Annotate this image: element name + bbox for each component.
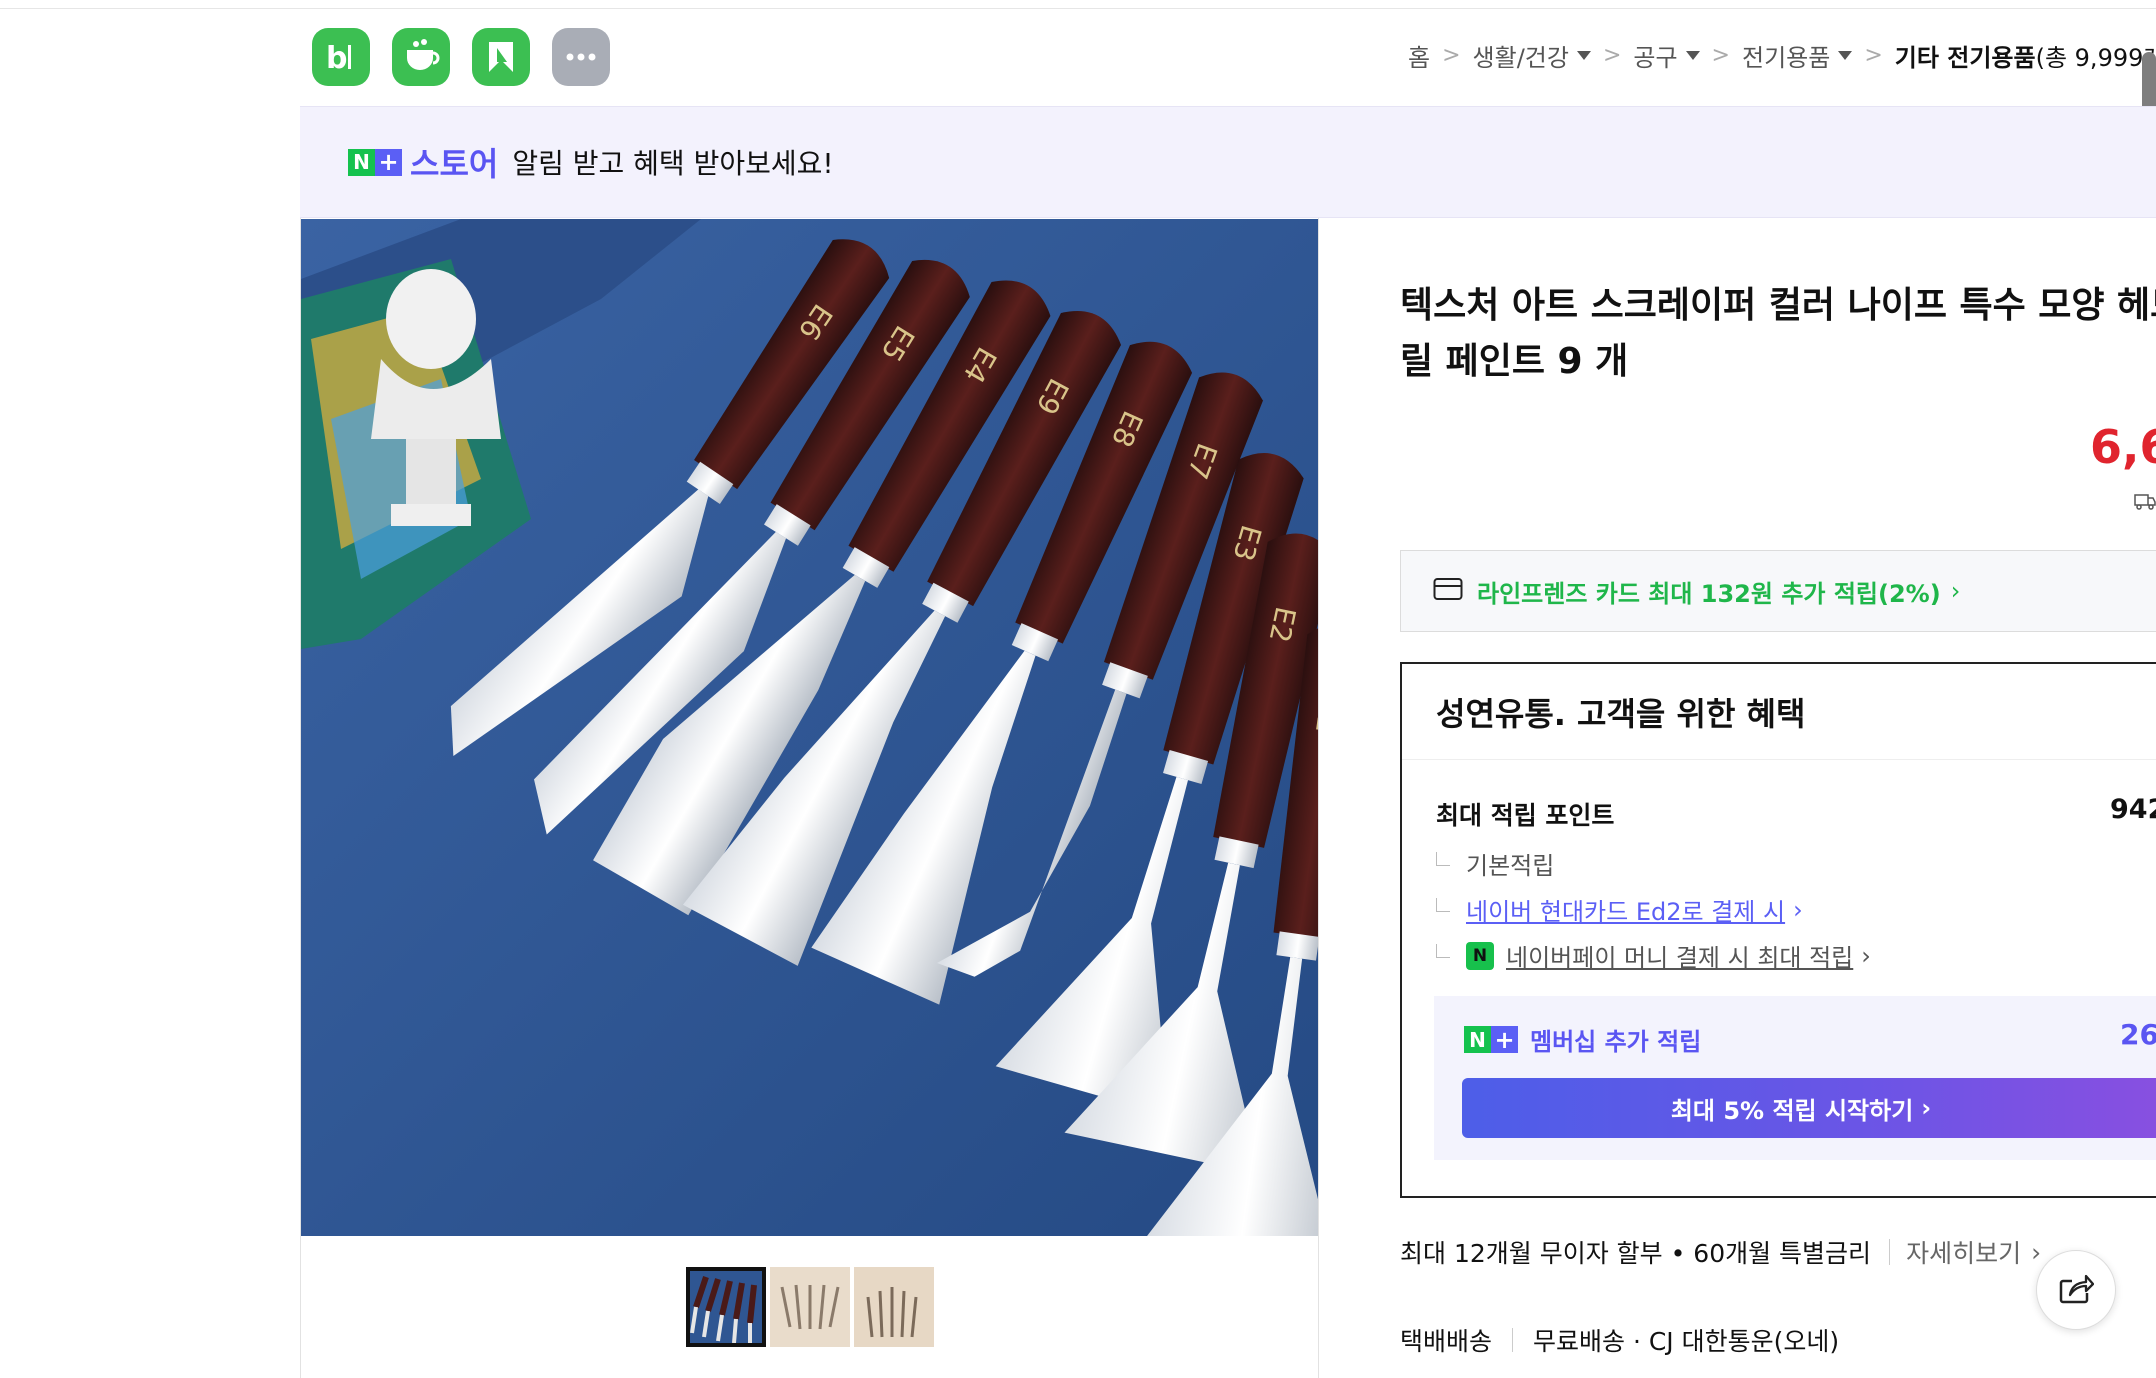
thumbnail-1[interactable] xyxy=(686,1267,766,1347)
chevron-right-icon: › xyxy=(1793,895,1803,924)
basic-point-label: 기본적립 xyxy=(1466,852,1555,880)
thumbnail-strip xyxy=(686,1267,934,1347)
breadcrumb-label: 공구 xyxy=(1633,44,1678,72)
npay-icon: N xyxy=(1466,941,1494,970)
hyundai-card-link[interactable]: 네이버 현대카드 Ed2로 결제 시 › xyxy=(1436,892,1803,927)
breadcrumb-label: 전기용품 xyxy=(1741,44,1831,72)
top-divider xyxy=(0,8,2156,9)
membership-start-button[interactable]: 최대 5% 적립 시작하기 › xyxy=(1462,1078,2156,1138)
product-price: 6,6 xyxy=(2090,420,2156,474)
credit-card-icon xyxy=(1433,577,1463,605)
membership-box: N + 멤버십 추가 적립 26 최대 5% 적립 시작하기 › xyxy=(1434,996,2156,1160)
chevron-right-icon: › xyxy=(1921,1094,1932,1122)
breadcrumb-count: (총 9,999개) xyxy=(2035,44,2156,72)
card-promo-banner[interactable]: 라인프렌즈 카드 최대 132원 추가 적립(2%) › xyxy=(1400,550,2156,632)
product-main-image[interactable]: E6 E5 E4 E9 E8 E7 E3 E2 E1 xyxy=(301,219,1318,1236)
shipping-row: 택배배송 무료배송 · CJ 대한통운(오네) xyxy=(1400,1322,1839,1358)
store-alert-banner[interactable]: N + 스토어 알림 받고 혜택 받아보세요! xyxy=(300,106,2156,218)
installment-text: 최대 12개월 무이자 할부 • 60개월 특별금리 xyxy=(1400,1239,1872,1268)
membership-label: 멤버십 추가 적립 xyxy=(1530,1028,1702,1056)
card-promo-text: 라인프렌즈 카드 최대 132원 추가 적립(2%) xyxy=(1477,579,1941,608)
more-apps-icon[interactable] xyxy=(552,28,610,86)
delivery-truck-icon xyxy=(2134,492,2156,516)
chevron-right-icon: › xyxy=(1861,941,1871,970)
place-app-icon[interactable] xyxy=(472,28,530,86)
breadcrumb-current[interactable]: 기타 전기용품(총 9,999개) xyxy=(1895,38,2156,73)
caret-down-icon xyxy=(1685,51,1700,60)
chevron-right-icon: › xyxy=(2031,1237,2042,1267)
breadcrumb-home[interactable]: 홈 xyxy=(1408,38,1430,73)
breadcrumb-separator: > xyxy=(1711,43,1730,68)
breadcrumb-separator: > xyxy=(1864,43,1883,68)
breadcrumb-separator: > xyxy=(1602,43,1622,68)
svg-text:b: b xyxy=(326,41,347,76)
breadcrumb: 홈 > 생활/건강 > 공구 > 전기용품 > 기타 전기용품(총 9,999개… xyxy=(1408,38,2156,73)
breadcrumb-current-label: 기타 전기용품 xyxy=(1894,44,2036,72)
hyundai-card-label: 네이버 현대카드 Ed2로 결제 시 xyxy=(1466,898,1786,926)
chevron-right-icon: › xyxy=(1950,577,1961,605)
caret-down-icon xyxy=(1838,51,1853,60)
membership-value: 26 xyxy=(2120,1018,2156,1051)
npay-money-label: 네이버페이 머니 결제 시 최대 적립 xyxy=(1506,944,1854,972)
max-point-value: 942 xyxy=(2110,794,2156,825)
basic-point-row: 기본적립 xyxy=(1436,846,1554,881)
breadcrumb-living-health[interactable]: 생활/건강 xyxy=(1473,38,1591,73)
share-icon xyxy=(2058,1271,2095,1309)
max-point-label: 최대 적립 포인트 xyxy=(1436,801,1615,830)
benefit-header: 성연유통. 고객을 위한 혜택 xyxy=(1402,664,2156,760)
thumbnail-2[interactable] xyxy=(770,1267,850,1347)
share-button[interactable] xyxy=(2036,1250,2116,1330)
seller-benefit-box: 성연유통. 고객을 위한 혜택 최대 적립 포인트 942 기본적립 네이버 현… xyxy=(1400,662,2156,1198)
breadcrumb-electric[interactable]: 전기용품 xyxy=(1741,38,1853,73)
membership-start-label: 최대 5% 적립 시작하기 xyxy=(1670,1096,1914,1125)
blog-app-icon[interactable]: b xyxy=(312,28,370,86)
nplus-logo-icon: N + xyxy=(1464,1026,1518,1054)
banner-brand: 스토어 xyxy=(410,145,499,183)
content-border xyxy=(1318,218,1319,1378)
shipping-type: 택배배송 xyxy=(1400,1327,1493,1356)
breadcrumb-label: 생활/건강 xyxy=(1472,44,1569,72)
installment-more-link[interactable]: 자세히보기 xyxy=(1906,1234,2021,1270)
cafe-app-icon[interactable] xyxy=(392,28,450,86)
thumbnail-3[interactable] xyxy=(854,1267,934,1347)
product-title-line1: 텍스처 아트 스크레이퍼 컬러 나이프 특수 모양 헤드 유 xyxy=(1400,285,2156,326)
membership-label-row: N + 멤버십 추가 적립 xyxy=(1464,1022,1701,1057)
product-title: 텍스처 아트 스크레이퍼 컬러 나이프 특수 모양 헤드 유 릴 페인트 9 개 xyxy=(1400,278,2156,390)
app-icons: b xyxy=(312,28,610,86)
installment-row: 최대 12개월 무이자 할부 • 60개월 특별금리 자세히보기 › xyxy=(1400,1234,2041,1270)
breadcrumb-separator: > xyxy=(1442,43,1461,68)
caret-down-icon xyxy=(1576,51,1591,60)
nplus-logo-icon: N + xyxy=(348,148,402,176)
breadcrumb-tools[interactable]: 공구 xyxy=(1633,38,1700,73)
shipping-info: 무료배송 · CJ 대한통운(오네) xyxy=(1533,1327,1840,1356)
banner-message: 알림 받고 혜택 받아보세요! xyxy=(512,147,834,180)
product-title-line2: 릴 페인트 9 개 xyxy=(1400,341,1629,382)
npay-money-link[interactable]: N 네이버페이 머니 결제 시 최대 적립 › xyxy=(1436,938,1871,973)
